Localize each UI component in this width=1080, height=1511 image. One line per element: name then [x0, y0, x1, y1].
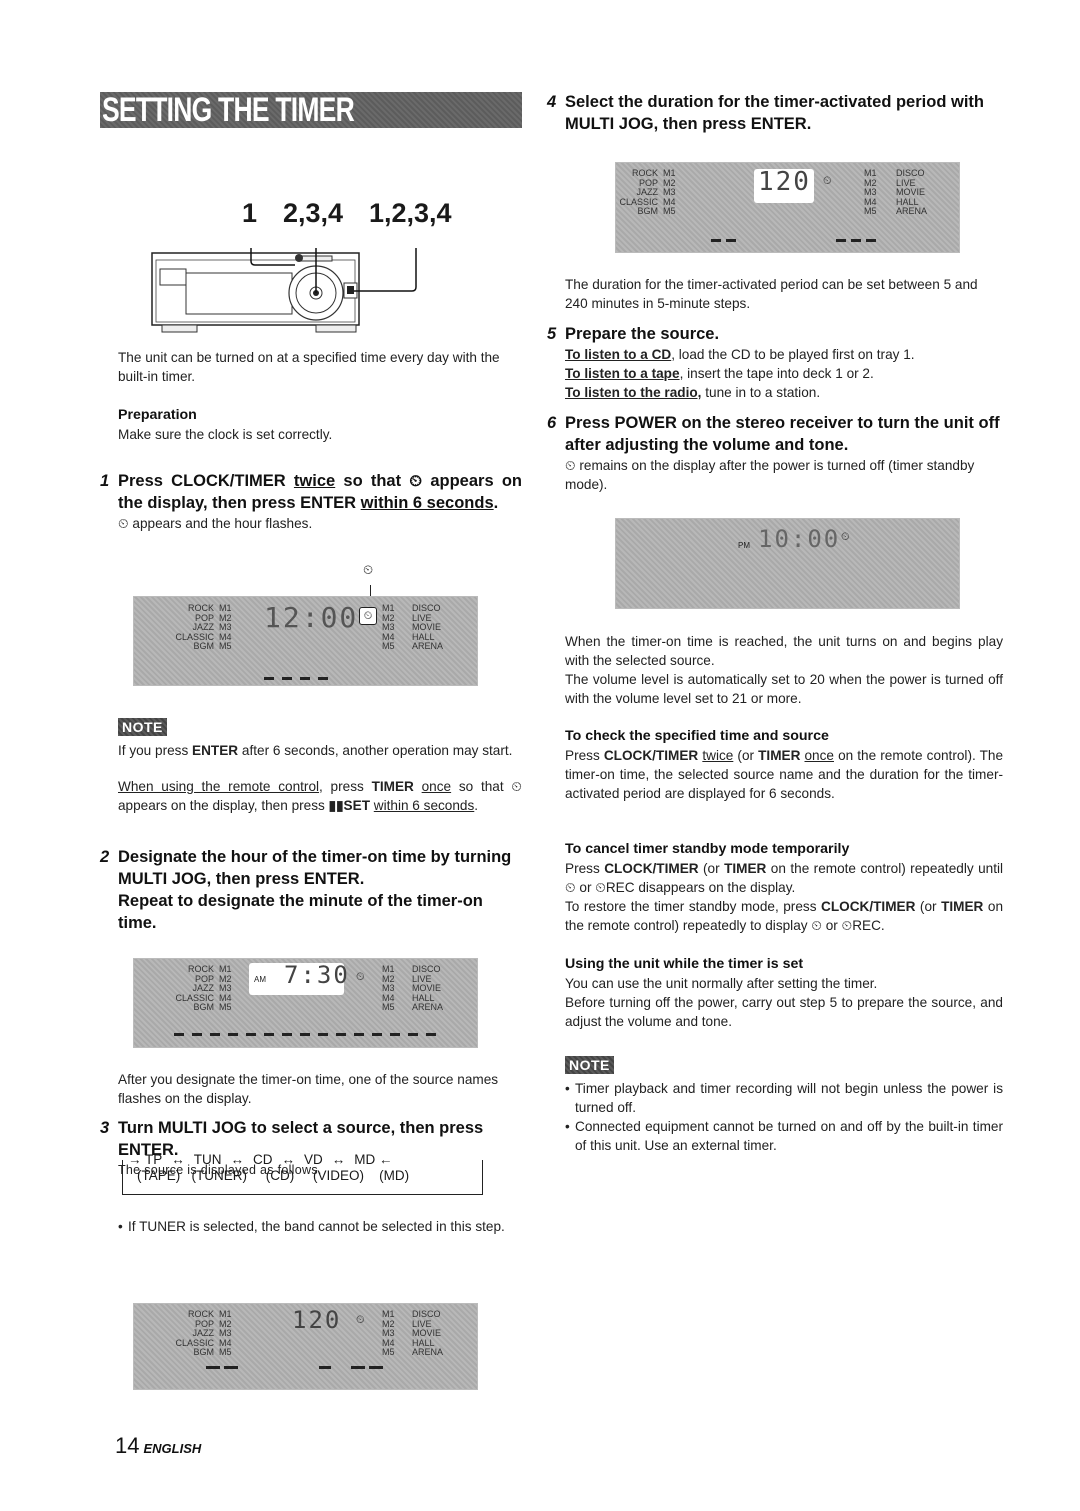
step-number: 1 [100, 472, 110, 490]
section-title-bar: SETTING THE TIMER [100, 92, 522, 128]
note-1: NOTE If you press ENTER after 6 seconds,… [118, 718, 522, 815]
timer-icon: ⏲ [356, 971, 365, 983]
step-1-within: within 6 seconds [360, 494, 494, 512]
step-5-radio: To listen to the radio, tune in to a sta… [565, 385, 821, 400]
step-4: 4 Select the duration for the timer-activ… [547, 91, 1003, 135]
note-badge: NOTE [565, 1056, 614, 1074]
step-1: 1 Press CLOCK/TIMER twice so that ⏲ appe… [100, 470, 522, 533]
preparation-heading: Preparation [118, 407, 197, 423]
using-text-2: Before turning off the power, carry out … [565, 995, 1003, 1029]
lcd-preset-names-left: ROCK POP JAZZ CLASSIC BGM [175, 603, 214, 651]
note-2: NOTE Timer playback and timer recording … [565, 1056, 1003, 1155]
lcd-time-digits: 12:00 [264, 601, 359, 634]
step-2: 2 Designate the hour of the timer-on time… [100, 846, 522, 934]
timer-icon: ⏲ [118, 516, 129, 531]
step-3-bullet: If TUNER is selected, the band cannot be… [118, 1217, 522, 1236]
note-2-bullet-2: Connected equipment cannot be turned on … [565, 1117, 1003, 1155]
lcd-display-standby: PM 10:00 ⏲ [615, 518, 960, 609]
step-6-subtext: remains on the display after the power i… [565, 458, 975, 492]
note-2-bullet-1: Timer playback and timer recording will … [565, 1079, 1003, 1117]
timer-icon: ⏲ [811, 918, 822, 933]
note-1-para-1: If you press ENTER after 6 seconds, anot… [118, 743, 513, 758]
step-number: 6 [547, 414, 557, 432]
step-number: 4 [547, 93, 557, 111]
timer-icon: ⏲ [409, 472, 423, 490]
stereo-unit-illustration [151, 248, 417, 333]
check-heading: To check the specified time and source [565, 728, 829, 744]
timer-icon: ⏲ [356, 1314, 365, 1326]
note-1-para-2: When using the remote control, press TIM… [118, 779, 523, 813]
source-codes-row: → TP ↔ TUN ↔ CD ↔ VD ↔ MD ← [128, 1152, 393, 1167]
step-6: 6 Press POWER on the stereo receiver to t… [547, 412, 1003, 494]
check-section: To check the specified time and source P… [565, 727, 1003, 803]
step-1-twice: twice [293, 472, 336, 490]
lcd-display-hour-flash: ROCK POP JAZZ CLASSIC BGM M1 M2 M3 M4 M5 12:00 ⏲… [133, 596, 478, 686]
lcd-duration-digits: 120 [292, 1306, 342, 1334]
cancel-text-1: Press CLOCK/TIMER (or TIMER on the remot… [565, 861, 1004, 895]
timer-icon: ⏲ [823, 175, 832, 187]
preparation-section: Preparation Make sure the clock is set c… [118, 406, 522, 444]
step-1-text-b: so that [335, 472, 410, 490]
check-text: Press CLOCK/TIMER twice (or TIMER once o… [565, 748, 1004, 801]
step-number: 2 [100, 848, 110, 866]
lcd-display-duration: ROCK POP JAZZ CLASSIC BGM M1 M2 M3 M4 M5 120 ⏲ M… [615, 162, 960, 253]
using-section: Using the unit while the timer is set Yo… [565, 955, 1003, 1031]
lcd-preset-names-right: DISCO LIVE MOVIE HALL ARENA [412, 603, 444, 651]
step-number: 5 [547, 325, 557, 343]
step-1-text-a: Press CLOCK/TIMER [118, 472, 294, 490]
step-5: 5 Prepare the source. To listen to a CD, … [547, 323, 1003, 402]
pm-indicator: PM [738, 541, 750, 550]
lcd-memories-left: M1 M2 M3 M4 M5 [219, 603, 232, 651]
lcd-duration-digits: 120 [758, 167, 811, 197]
cancel-heading: To cancel timer standby mode temporarily [565, 841, 850, 857]
lcd-display-time: ROCK POP JAZZ CLASSIC BGM M1 M2 M3 M4 M5 AM 7:30… [133, 958, 478, 1048]
step-1-subtext: appears and the hour flashes. [128, 516, 313, 531]
timer-icon: ⏲ [511, 779, 523, 794]
lcd-display-duration-flash: ROCK POP JAZZ CLASSIC BGM M1 M2 M3 M4 M5 120 ⏲ M… [133, 1303, 478, 1390]
lcd-time-digits: 10:00 [758, 525, 841, 553]
lcd-memories-right: M1 M2 M3 M4 M5 [382, 603, 395, 651]
page-footer: 14 ENGLISH [115, 1433, 201, 1459]
using-heading: Using the unit while the timer is set [565, 956, 804, 972]
step-5-cd: To listen to a CD, load the CD to be pla… [565, 347, 915, 362]
step-1-text-d: . [493, 494, 499, 512]
cancel-section: To cancel timer standby mode temporarily… [565, 840, 1003, 935]
source-names-row: (TAPE) (TUNER) (CD) (VIDEO) (MD) [137, 1168, 410, 1183]
cancel-text-2: To restore the timer standby mode, press… [565, 899, 1004, 933]
page-title: SETTING THE TIMER [102, 91, 355, 129]
timer-icon: ⏲ [595, 880, 606, 895]
timer-icon: ⏲ [565, 880, 576, 895]
lcd-time-digits: 7:30 [284, 961, 350, 989]
step-1-heading: 1 Press CLOCK/TIMER twice so that ⏲ appe… [100, 470, 522, 514]
step-6-after: When the timer-on time is reached, the u… [565, 632, 1003, 708]
step-4-text: The duration for the timer-activated per… [565, 277, 978, 311]
timer-indicator-icon: ⏲ [359, 607, 377, 625]
step-5-heading: 5 Prepare the source. [547, 325, 720, 343]
step-2-heading-repeat: Repeat to designate the minute of the ti… [118, 892, 483, 932]
intro-text: The unit can be turned on at a specified… [118, 350, 500, 384]
page-number: 14 [115, 1433, 140, 1458]
using-text-1: You can use the unit normally after sett… [565, 976, 878, 991]
note-badge: NOTE [118, 718, 167, 736]
step-5-tape: To listen to a tape, insert the tape int… [565, 366, 874, 381]
footer-language: ENGLISH [143, 1441, 202, 1456]
step-6-after-1: When the timer-on time is reached, the u… [565, 634, 1003, 668]
step-2-after: After you designate the timer-on time, o… [118, 1072, 499, 1106]
timer-icon: ⏲ [565, 458, 576, 473]
step-4-heading: 4 Select the duration for the timer-activ… [547, 93, 984, 133]
am-indicator: AM [254, 975, 266, 984]
preparation-text: Make sure the clock is set correctly. [118, 427, 333, 442]
step-2-heading: 2 Designate the hour of the timer-on time… [100, 848, 512, 888]
timer-icon: ⏲ [841, 531, 850, 543]
step-6-heading: 6 Press POWER on the stereo receiver to t… [547, 414, 1000, 454]
step-6-after-2: The volume level is automatically set to… [565, 672, 1003, 706]
timer-icon: ⏲ [363, 562, 374, 577]
step-number: 3 [100, 1119, 110, 1137]
timer-icon: ⏲ [841, 918, 853, 933]
